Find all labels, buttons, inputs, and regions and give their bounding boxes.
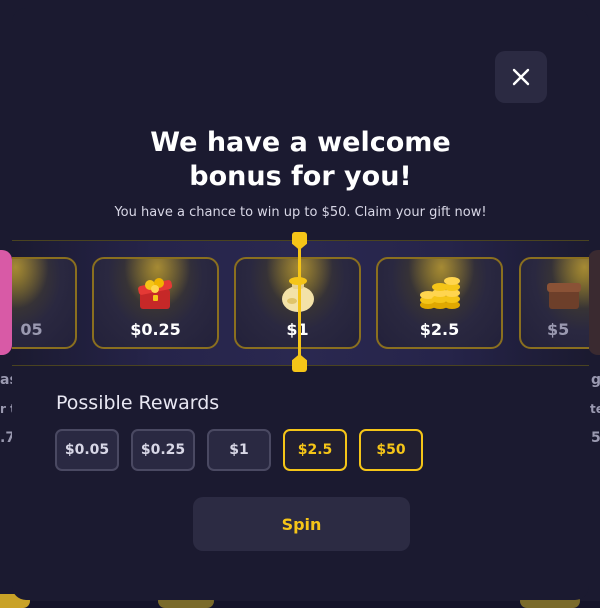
- spin-button[interactable]: Spin: [193, 497, 410, 551]
- treasure-chest-icon: [134, 273, 178, 313]
- close-button[interactable]: [495, 51, 547, 103]
- reward-chip: $0.05: [55, 429, 119, 471]
- background-text: 5: [591, 430, 600, 446]
- background-game-card[interactable]: [588, 250, 600, 355]
- reward-chip: $1: [207, 429, 271, 471]
- treasure-chest-icon: [543, 273, 587, 313]
- background-text: te: [590, 402, 600, 416]
- modal-subtitle: You have a chance to win up to $50. Clai…: [12, 205, 589, 220]
- welcome-bonus-modal: We have a welcome bonus for you! You hav…: [12, 8, 589, 600]
- reward-chip: $2.5: [283, 429, 347, 471]
- background-game-card[interactable]: [0, 250, 12, 355]
- title-line-2: bonus for you!: [12, 160, 589, 194]
- modal-title: We have a welcome bonus for you!: [12, 126, 589, 194]
- reel-item: $5: [519, 257, 589, 349]
- background-text: g: [591, 372, 600, 388]
- reel-item-value: 05: [12, 320, 77, 339]
- title-line-1: We have a welcome: [12, 126, 589, 160]
- reel-glow: [12, 257, 49, 309]
- reel-item-value: $5: [547, 320, 589, 339]
- reward-chip: $0.25: [131, 429, 195, 471]
- possible-rewards-heading: Possible Rewards: [56, 392, 219, 414]
- reel-item-value: $0.25: [94, 320, 217, 339]
- coin-stack-icon: [418, 273, 462, 313]
- close-icon[interactable]: [512, 68, 530, 86]
- reel-item: 05: [12, 257, 77, 349]
- reward-chip: $50: [359, 429, 423, 471]
- reel-item-value: $2.5: [378, 320, 501, 339]
- reel-item: $2.5: [376, 257, 503, 349]
- reel-item: $0.25: [92, 257, 219, 349]
- reel-pointer-line: [298, 234, 301, 370]
